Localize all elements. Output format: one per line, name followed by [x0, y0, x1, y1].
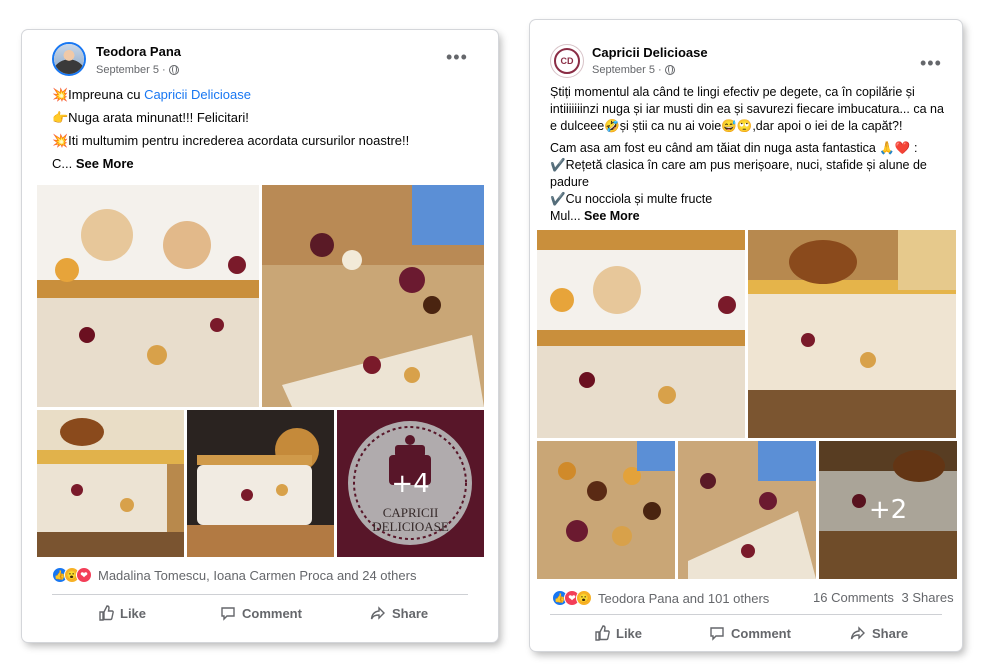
- thumbs-up-icon: [595, 625, 610, 641]
- post-photo[interactable]: [187, 410, 334, 557]
- post-text-line: ✔️Cu nocciola și multe fructe: [550, 192, 713, 206]
- post-text-line: 💥Impreuna cu: [52, 87, 145, 102]
- post-meta: September 5 ·: [96, 64, 179, 76]
- engagement-stats: 16 Comments 3 Shares: [813, 590, 954, 605]
- post-text: Știți momentul ala când te lingi efectiv…: [550, 84, 950, 225]
- share-button[interactable]: Share: [850, 625, 908, 641]
- post-photo[interactable]: [37, 185, 259, 407]
- author-name[interactable]: Teodora Pana: [96, 44, 181, 59]
- see-more-link[interactable]: See More: [584, 209, 640, 223]
- post-text-line: 💥Iti multumim pentru increderea acordata…: [52, 133, 410, 148]
- post-photo[interactable]: [537, 230, 745, 438]
- comment-label: Comment: [242, 605, 302, 621]
- reactors-names[interactable]: Madalina Tomescu, Ioana Carmen Proca and…: [98, 568, 416, 583]
- share-icon: [850, 626, 865, 640]
- more-options-icon[interactable]: •••: [446, 48, 468, 66]
- share-button[interactable]: Share: [370, 605, 428, 621]
- page-avatar[interactable]: CD: [550, 44, 584, 78]
- comment-button[interactable]: Comment: [220, 605, 302, 621]
- more-photos-tile[interactable]: CAPRICII DELICIOASE +4: [337, 410, 484, 557]
- post-text-line: 👉Nuga arata minunat!!! Felicitari!: [52, 110, 249, 125]
- post-text: 💥Impreuna cu Capricii Delicioase 👉Nuga a…: [52, 86, 482, 178]
- divider: [52, 594, 468, 595]
- more-options-icon[interactable]: •••: [920, 54, 942, 72]
- more-photos-count: +2: [819, 441, 957, 579]
- post-photo[interactable]: [748, 230, 956, 438]
- share-label: Share: [392, 605, 429, 621]
- see-more-link[interactable]: See More: [76, 156, 134, 171]
- post-header: CD Capricii Delicioase September 5 · •••: [530, 20, 962, 86]
- like-button[interactable]: Like: [98, 605, 146, 621]
- author-avatar[interactable]: [52, 42, 86, 76]
- author-name[interactable]: Capricii Delicioase: [592, 45, 708, 60]
- post-card-teodora: Teodora Pana September 5 · ••• 💥Impreuna…: [22, 30, 498, 642]
- more-photos-tile[interactable]: +2: [819, 441, 957, 579]
- wow-reaction-icon: 😮: [576, 590, 592, 606]
- post-photo[interactable]: [678, 441, 816, 579]
- post-header: Teodora Pana September 5 · •••: [22, 30, 498, 86]
- reactions-summary[interactable]: 👍 😮 ❤ Madalina Tomescu, Ioana Carmen Pro…: [52, 567, 416, 583]
- post-photo[interactable]: [537, 441, 675, 579]
- post-text-paragraph: Știți momentul ala când te lingi efectiv…: [550, 85, 944, 133]
- post-date[interactable]: September 5 ·: [592, 64, 662, 76]
- comment-icon: [710, 627, 724, 641]
- like-button[interactable]: Like: [594, 625, 642, 641]
- more-photos-count: +4: [337, 410, 484, 557]
- post-card-capricii: CD Capricii Delicioase September 5 · •••…: [530, 20, 962, 651]
- comment-button[interactable]: Comment: [709, 625, 791, 641]
- globe-icon: [168, 65, 179, 75]
- like-label: Like: [120, 605, 147, 621]
- comments-count[interactable]: 16 Comments: [813, 590, 894, 605]
- like-label: Like: [616, 625, 643, 641]
- post-text-line: ✔️Rețetă clasica în care am pus merișoar…: [550, 158, 927, 189]
- divider: [550, 614, 942, 615]
- post-photo[interactable]: [262, 185, 484, 407]
- share-label: Share: [872, 625, 909, 641]
- comment-label: Comment: [731, 625, 791, 641]
- post-text-line: C...: [52, 156, 76, 171]
- love-reaction-icon: ❤: [76, 567, 92, 583]
- reactions-summary[interactable]: 👍 ❤ 😮 Teodora Pana and 101 others: [552, 590, 769, 606]
- shares-count[interactable]: 3 Shares: [902, 590, 954, 605]
- post-meta: September 5 ·: [592, 64, 675, 76]
- page-avatar-logo: CD: [554, 48, 580, 74]
- post-date[interactable]: September 5 ·: [96, 64, 166, 76]
- page-mention-link[interactable]: Capricii Delicioase: [144, 87, 251, 102]
- reactors-names[interactable]: Teodora Pana and 101 others: [598, 591, 769, 606]
- post-photo[interactable]: [37, 410, 184, 557]
- share-icon: [370, 606, 385, 620]
- post-text-line: Cam asa am fost eu când am tăiat din nug…: [550, 141, 918, 155]
- comment-icon: [221, 607, 235, 621]
- globe-icon: [664, 65, 675, 75]
- thumbs-up-icon: [99, 605, 114, 621]
- post-text-line: Mul...: [550, 209, 585, 223]
